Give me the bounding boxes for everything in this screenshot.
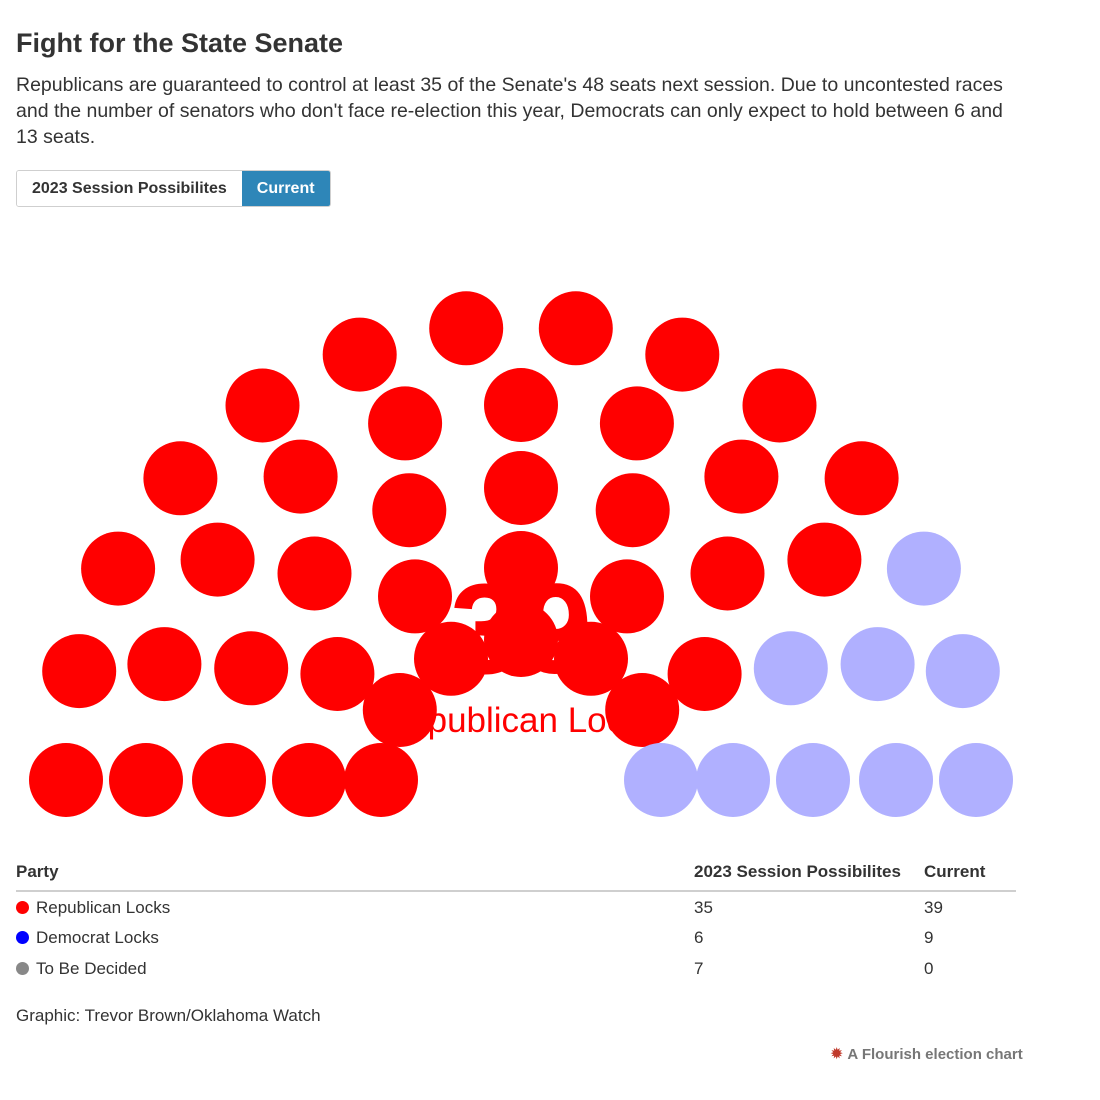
seat-marker[interactable] (429, 291, 504, 366)
seat-marker[interactable] (109, 743, 183, 817)
seat-marker[interactable] (645, 317, 720, 392)
seat-marker[interactable] (595, 473, 670, 548)
table-row: Democrat Locks 6 9 (16, 922, 1016, 953)
table-header-row: Party 2023 Session Possibilites Current (16, 858, 1016, 892)
header-current: Current (924, 858, 1016, 892)
value-current: 0 (924, 959, 934, 978)
header-2023-session: 2023 Session Possibilites (694, 858, 924, 892)
flourish-burst-icon: ✹ (830, 1046, 844, 1063)
seat-marker[interactable] (840, 627, 915, 702)
view-toggle: 2023 Session Possibilites Current (16, 170, 331, 207)
party-color-dot-icon (16, 900, 29, 914)
seat-marker[interactable] (42, 634, 117, 709)
seat-marker[interactable] (667, 637, 742, 711)
seat-marker[interactable] (939, 743, 1013, 817)
seat-marker[interactable] (368, 386, 443, 461)
seat-marker[interactable] (300, 637, 375, 711)
seat-marker[interactable] (787, 522, 862, 597)
seat-marker[interactable] (742, 368, 817, 443)
seat-marker[interactable] (143, 441, 218, 516)
seat-marker[interactable] (180, 522, 255, 597)
headline-value: 39 (450, 558, 592, 701)
value-2023-session: 6 (694, 928, 704, 947)
seat-marker[interactable] (590, 559, 664, 634)
seat-marker[interactable] (378, 559, 452, 634)
headline-label: Republican Locks (383, 701, 659, 740)
seat-marker[interactable] (925, 634, 1000, 709)
seat-marker[interactable] (484, 451, 558, 525)
seat-marker[interactable] (214, 631, 289, 706)
party-name: Republican Locks (36, 897, 171, 917)
table-row: To Be Decided 7 0 (16, 953, 1016, 984)
seat-marker[interactable] (127, 627, 202, 702)
graphic-credit: Graphic: Trevor Brown/Oklahoma Watch (16, 1006, 321, 1025)
seat-marker[interactable] (538, 291, 613, 366)
seat-marker[interactable] (81, 531, 156, 606)
party-color-dot-icon (16, 962, 29, 975)
toggle-current-button[interactable]: Current (241, 171, 330, 206)
party-name: Democrat Locks (36, 928, 159, 947)
seat-marker[interactable] (886, 531, 961, 606)
seat-marker[interactable] (29, 743, 103, 817)
parliament-chart: 39 Republican Locks (29, 291, 1013, 817)
chart-subtitle: Republicans are guaranteed to control at… (16, 74, 1003, 148)
seat-marker[interactable] (776, 743, 850, 817)
seat-marker[interactable] (599, 386, 674, 461)
seat-marker[interactable] (696, 743, 770, 817)
value-current: 9 (924, 928, 934, 947)
flourish-branding-text: A Flourish election chart (847, 1045, 1023, 1063)
seat-marker[interactable] (753, 631, 828, 706)
party-color-dot-icon (16, 931, 29, 944)
seat-marker[interactable] (225, 368, 300, 443)
seat-marker[interactable] (704, 439, 779, 514)
value-2023-session: 35 (694, 897, 713, 917)
value-2023-session: 7 (694, 959, 704, 978)
chart-title: Fight for the State Senate (16, 28, 344, 58)
seat-marker[interactable] (824, 441, 899, 516)
seat-marker[interactable] (272, 743, 346, 817)
seat-marker[interactable] (263, 439, 338, 514)
seat-marker[interactable] (372, 473, 447, 548)
party-cell: Republican Locks (16, 891, 694, 922)
seat-marker[interactable] (624, 743, 698, 817)
party-cell: Democrat Locks (16, 922, 694, 953)
seat-marker[interactable] (192, 743, 266, 817)
party-name: To Be Decided (36, 959, 147, 978)
results-table: Party 2023 Session Possibilites Current … (16, 858, 1016, 984)
value-current: 39 (924, 897, 943, 917)
seat-marker[interactable] (344, 743, 418, 817)
header-party: Party (16, 858, 694, 892)
seat-marker[interactable] (859, 743, 933, 817)
table-row: Republican Locks 35 39 (16, 891, 1016, 922)
seat-marker[interactable] (322, 317, 397, 392)
seat-marker[interactable] (277, 536, 352, 611)
seat-marker[interactable] (484, 368, 558, 442)
seat-marker[interactable] (690, 536, 765, 611)
toggle-2023-session-button[interactable]: 2023 Session Possibilites (17, 171, 242, 206)
party-cell: To Be Decided (16, 953, 694, 984)
flourish-branding-link[interactable]: ✹ A Flourish election chart (830, 1044, 1023, 1064)
